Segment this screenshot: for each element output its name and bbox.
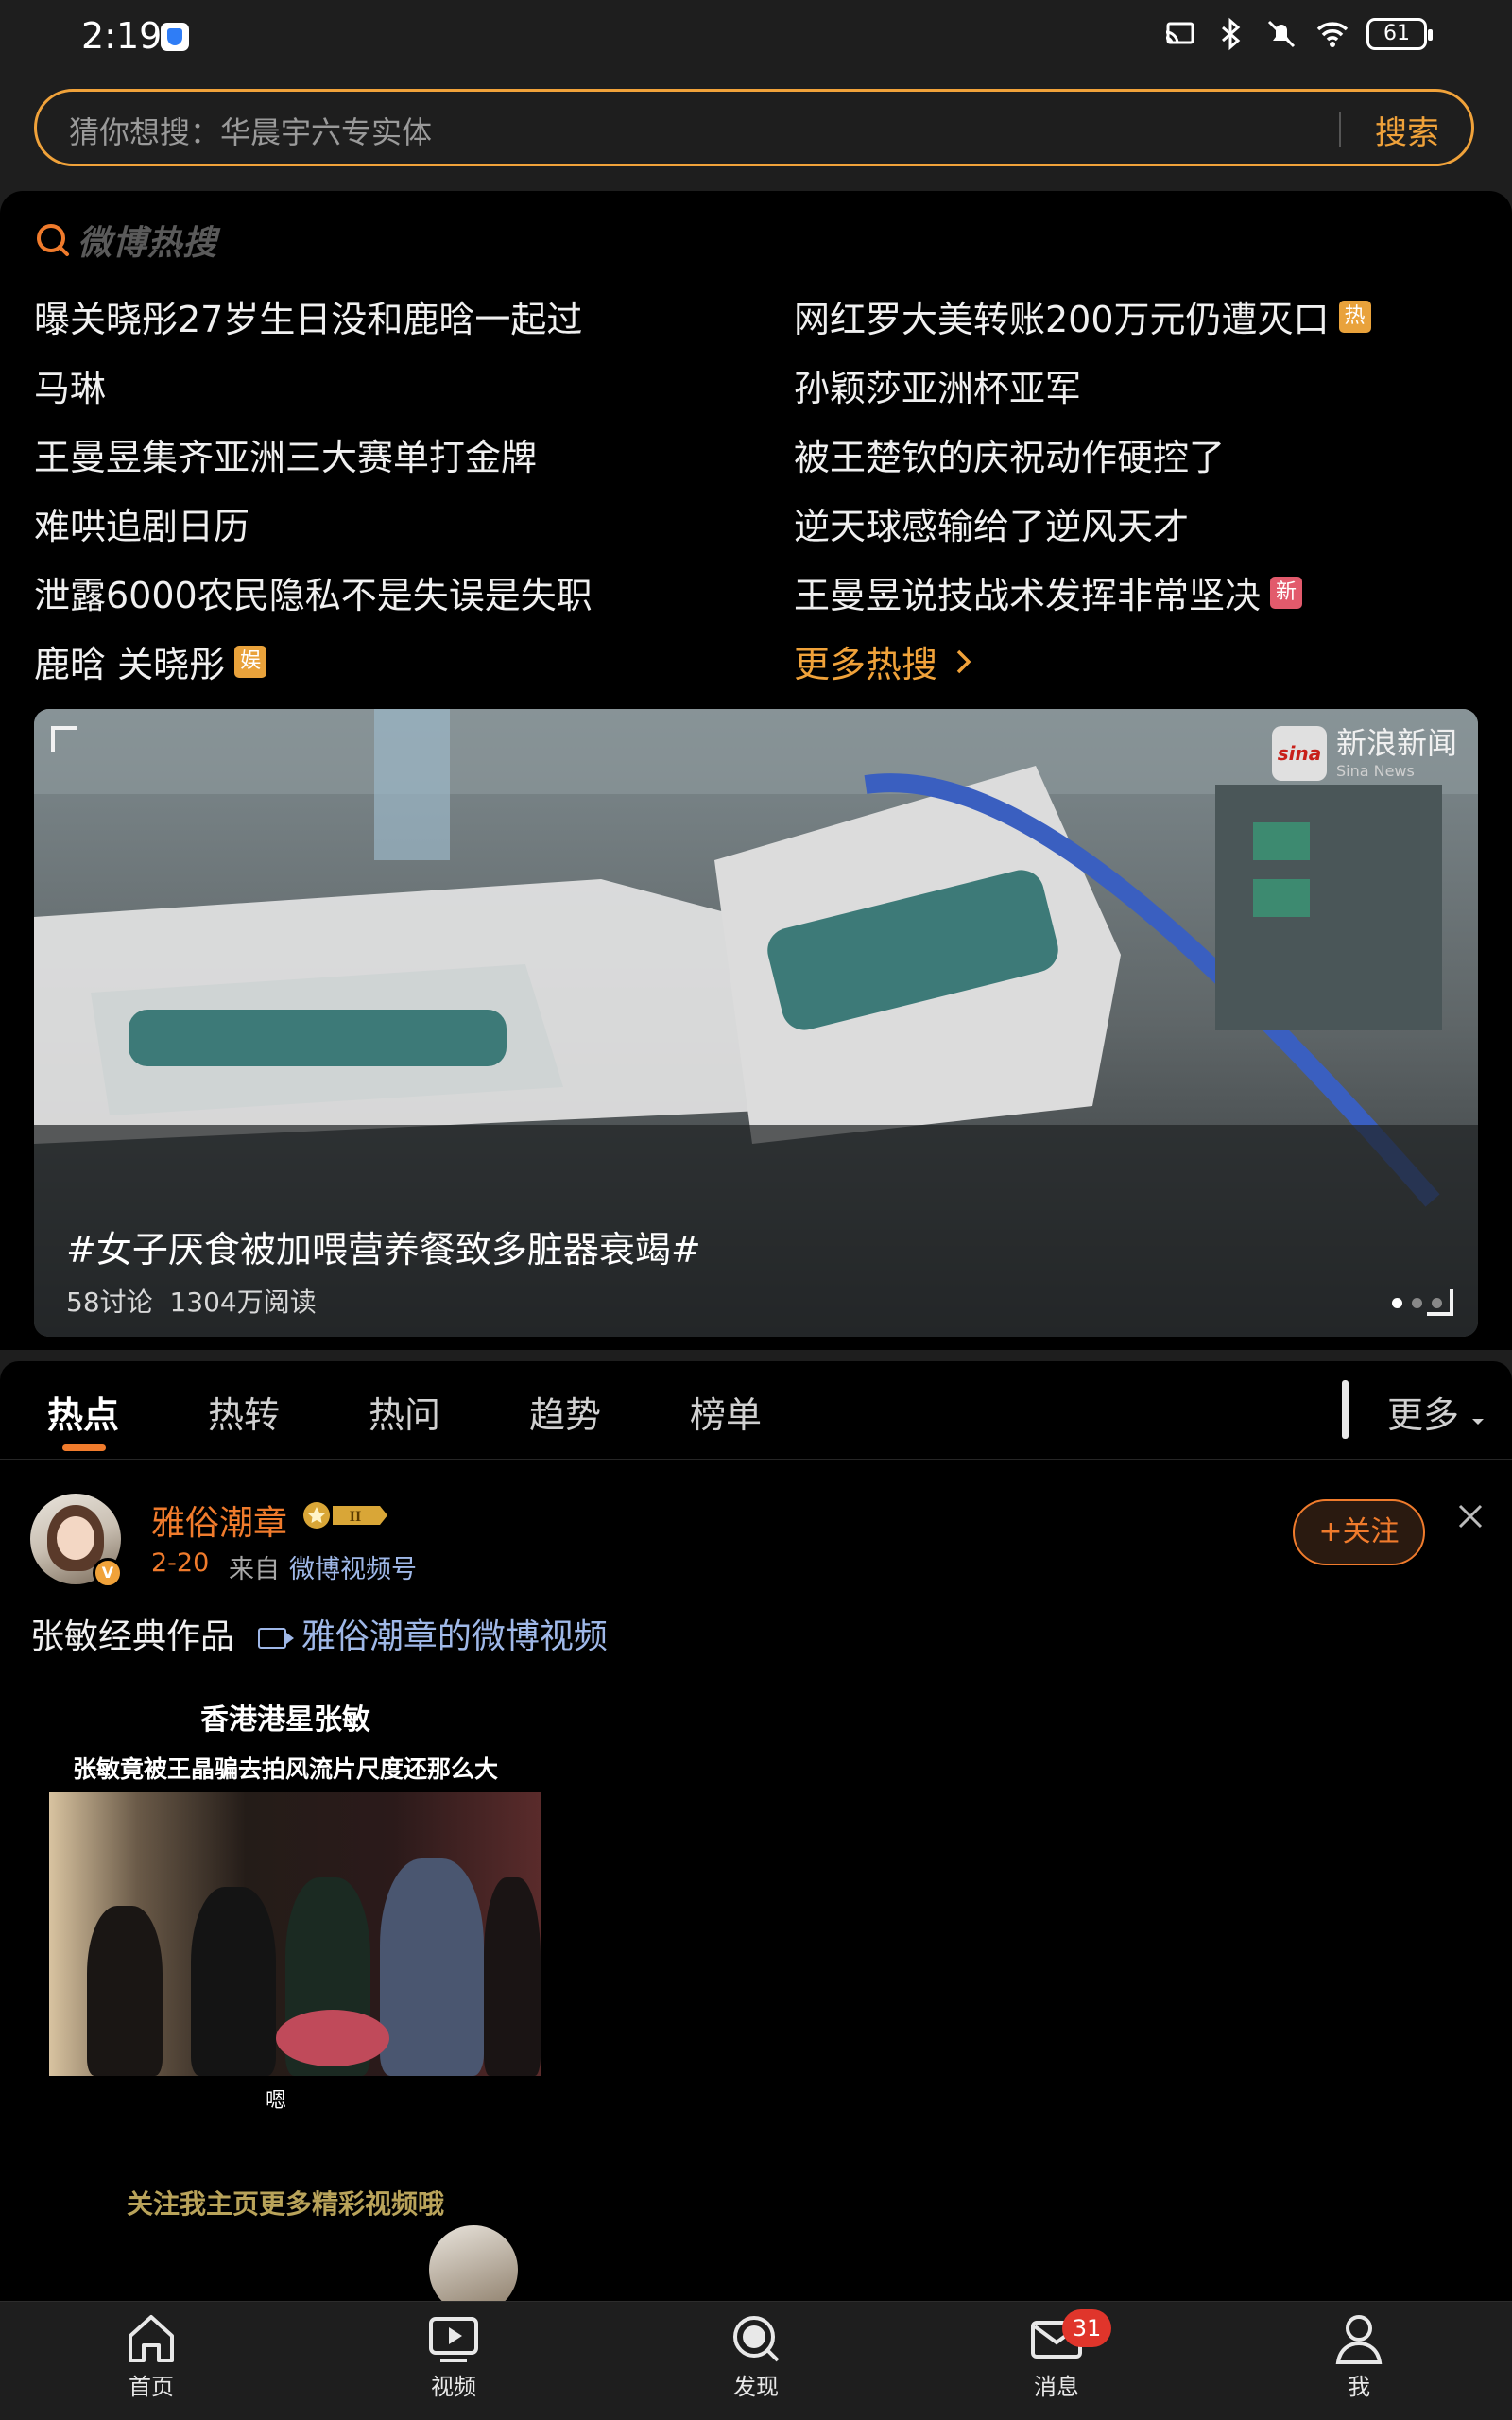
post-date: 2-20	[151, 1548, 210, 1578]
status-bar: 2:19 61	[0, 0, 1512, 76]
status-time: 2:19	[81, 15, 163, 57]
caret-down-icon	[1472, 1419, 1485, 1425]
post-author-name[interactable]: 雅俗潮章	[151, 1495, 287, 1545]
hot-search-item[interactable]: 马琳	[34, 351, 794, 420]
banner-title: #女子厌食被加喂营养餐致多脏器衰竭#	[66, 1229, 701, 1270]
hot-search-item[interactable]: 难哄追剧日历	[34, 489, 794, 558]
hot-badge: 热	[1338, 300, 1371, 333]
hot-search-item[interactable]: 曝关晓彤27岁生日没和鹿晗一起过	[34, 282, 794, 351]
chevron-right-icon	[956, 649, 971, 673]
tab-trends[interactable]: 趋势	[529, 1386, 601, 1438]
carousel-dots	[1392, 1298, 1442, 1308]
video-title: 香港港星张敏	[200, 1703, 370, 1737]
bluetooth-icon	[1222, 17, 1241, 51]
mute-icon	[1267, 20, 1296, 48]
sina-news-logo: sina 新浪新闻 Sina News	[1271, 726, 1457, 781]
video-link[interactable]: 雅俗潮章的微博视频	[301, 1617, 608, 1656]
rank-badge-icon: II	[303, 1502, 387, 1529]
profile-icon	[1335, 2315, 1383, 2364]
hot-search-icon	[37, 224, 69, 256]
hot-topic-banner[interactable]: sina 新浪新闻 Sina News #女子厌食被加喂营养餐致多脏器衰竭# 5…	[34, 709, 1478, 1337]
hot-search-item[interactable]: 孙颖莎亚洲杯亚军	[794, 351, 1480, 420]
tab-hot-questions[interactable]: 热问	[369, 1386, 440, 1438]
hot-search-logo-text: 微博热搜	[77, 224, 218, 263]
entertainment-badge: 娱	[234, 645, 267, 678]
video-frame	[49, 1792, 541, 2076]
post-text: 张敏经典作品 雅俗潮章的微博视频	[30, 1617, 608, 1656]
hot-search-item[interactable]: 网红罗大美转账200万元仍遭灭口热	[794, 282, 1480, 351]
feed-tabs: 热点 热转 热问 趋势 榜单 更多	[0, 1361, 1512, 1460]
discover-icon	[733, 2316, 780, 2362]
weibo-hot-logo[interactable]: 微博热搜	[34, 216, 217, 265]
video-thumbnail[interactable]: 香港港星张敏 张敏竟被王晶骗去拍风流片尺度还那么大 嗯 关注我主页更多精彩视频哦	[30, 1683, 541, 2273]
hot-search-item[interactable]: 王曼昱说技战术发挥非常坚决新	[794, 558, 1480, 627]
carousel-dot	[1392, 1298, 1402, 1308]
feed-post: V 雅俗潮章 II 2-20 来自 微博视频号 +关注 张敏经典作品 雅俗潮章的…	[0, 1460, 1512, 2314]
banner-meta: 58讨论 1304万阅读	[66, 1287, 317, 1318]
verified-badge-icon: V	[93, 1558, 123, 1588]
tab-hotspot[interactable]: 热点	[47, 1386, 119, 1438]
video-subtitle: 张敏竟被王晶骗去拍风流片尺度还那么大	[72, 1755, 498, 1783]
nav-video[interactable]: 视频	[397, 2311, 510, 2401]
post-from-label: 来自	[229, 1555, 280, 1584]
home-icon	[129, 2315, 174, 2362]
tab-hot-repost[interactable]: 热转	[208, 1386, 280, 1438]
more-hot-search-link[interactable]: 更多热搜	[794, 627, 1480, 696]
close-icon[interactable]	[1455, 1501, 1486, 1531]
video-footer-text: 关注我主页更多精彩视频哦	[126, 2188, 444, 2220]
hot-search-item[interactable]: 王曼昱集齐亚洲三大赛单打金牌	[34, 420, 794, 489]
active-tab-indicator	[62, 1444, 106, 1451]
wifi-icon	[1316, 22, 1349, 47]
follow-button[interactable]: +关注	[1293, 1499, 1425, 1565]
hot-search-item[interactable]: 泄露6000农民隐私不是失误是失职	[34, 558, 794, 627]
hot-search-list: 曝关晓彤27岁生日没和鹿晗一起过 网红罗大美转账200万元仍遭灭口热 马琳 孙颖…	[34, 282, 1480, 696]
hot-search-item[interactable]: 被王楚钦的庆祝动作硬控了	[794, 420, 1480, 489]
nav-home[interactable]: 首页	[94, 2311, 208, 2401]
sina-logo-icon: sina	[1271, 726, 1327, 781]
video-icon	[429, 2317, 478, 2362]
shield-icon	[161, 23, 189, 51]
search-divider	[1339, 112, 1341, 147]
carousel-dot	[1432, 1298, 1442, 1308]
search-input[interactable]: 猜你想搜：华晨宇六专实体	[69, 109, 432, 152]
carousel-dot	[1412, 1298, 1422, 1308]
post-source-link[interactable]: 微博视频号	[289, 1548, 417, 1585]
tab-more[interactable]: 更多	[1387, 1386, 1486, 1438]
nav-messages[interactable]: 31 消息	[1000, 2309, 1113, 2401]
cast-icon	[1165, 22, 1194, 44]
new-badge: 新	[1270, 576, 1303, 609]
tabs-divider	[1342, 1380, 1349, 1439]
unread-badge: 31	[1062, 2309, 1111, 2347]
tab-rankings[interactable]: 榜单	[690, 1386, 762, 1438]
video-caption: 嗯	[265, 2089, 286, 2113]
svg-text:II: II	[350, 1509, 361, 1525]
battery-icon: 61	[1366, 18, 1433, 50]
nav-discover[interactable]: 发现	[699, 2311, 813, 2401]
banner-corner-top-left	[51, 726, 77, 752]
status-icons: 61	[1162, 17, 1433, 51]
search-bar[interactable]: 猜你想搜：华晨宇六专实体 搜索	[34, 89, 1474, 166]
hot-search-item[interactable]: 鹿晗 关晓彤娱	[34, 627, 794, 696]
video-link-icon	[258, 1628, 295, 1649]
nav-profile[interactable]: 我	[1302, 2311, 1416, 2401]
hot-search-card: 微博热搜 曝关晓彤27岁生日没和鹿晗一起过 网红罗大美转账200万元仍遭灭口热 …	[0, 191, 1512, 1350]
bottom-nav: 首页 视频 发现 31 消息 我	[0, 2301, 1512, 2420]
search-button[interactable]: 搜索	[1375, 107, 1439, 153]
hot-search-item[interactable]: 逆天球感输给了逆风天才	[794, 489, 1480, 558]
